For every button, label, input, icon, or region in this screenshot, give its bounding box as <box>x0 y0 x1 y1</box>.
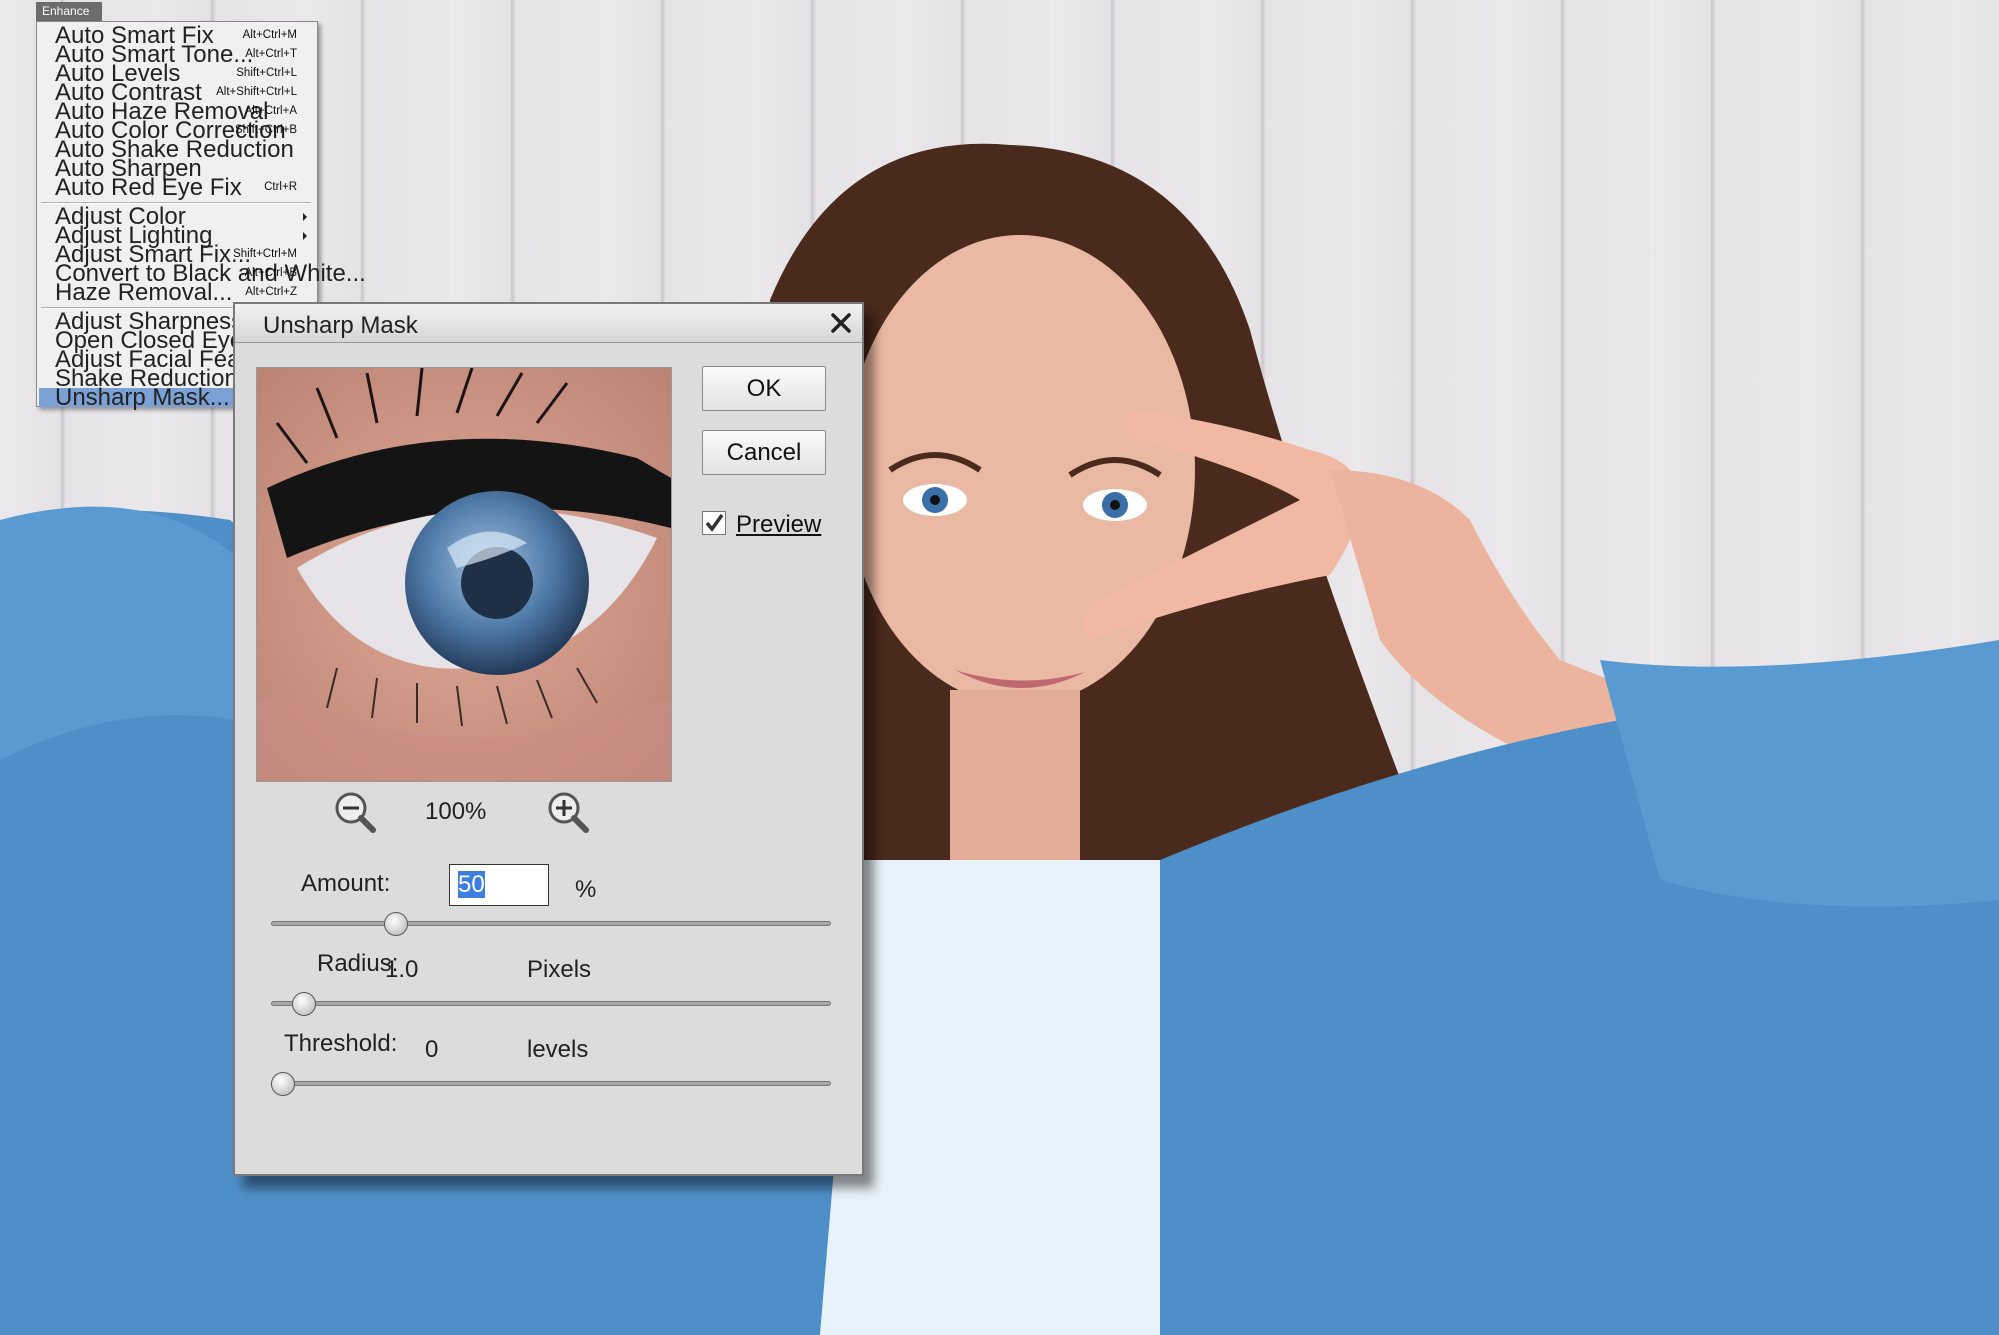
radius-slider[interactable] <box>271 992 831 1016</box>
ok-button[interactable]: OK <box>702 366 826 411</box>
menu-item-haze-removal[interactable]: Haze Removal... Alt+Ctrl+Z <box>39 279 315 306</box>
submenu-arrow-icon <box>303 232 307 240</box>
threshold-unit: levels <box>527 1036 589 1063</box>
cancel-button[interactable]: Cancel <box>702 430 826 475</box>
checkmark-icon <box>705 513 724 532</box>
dialog-title: Unsharp Mask <box>263 312 418 339</box>
zoom-in-icon[interactable] <box>546 790 590 834</box>
close-icon[interactable] <box>828 310 854 336</box>
threshold-value[interactable]: 0 <box>425 1036 438 1064</box>
menu-item-shortcut: Ctrl+R <box>264 181 297 193</box>
radius-value[interactable]: 1.0 <box>385 956 418 984</box>
submenu-arrow-icon <box>303 213 307 221</box>
radius-unit: Pixels <box>527 956 592 983</box>
radius-slider-track <box>271 1001 831 1006</box>
zoom-level: 100% <box>425 798 487 825</box>
amount-slider-thumb[interactable] <box>383 912 408 936</box>
preview-label: Preview <box>736 511 822 538</box>
threshold-slider[interactable] <box>271 1072 831 1096</box>
menu-item-label: Haze Removal... <box>55 279 233 306</box>
amount-slider[interactable] <box>271 912 831 936</box>
menu-item-label: Unsharp Mask... <box>55 384 230 411</box>
amount-unit: % <box>575 876 597 903</box>
amount-value: 50 <box>458 871 485 898</box>
menu-item-label: Auto Red Eye Fix <box>55 174 242 201</box>
menu-item-shortcut: Alt+Ctrl+Z <box>245 286 297 298</box>
menu-item-auto-red-eye-fix[interactable]: Auto Red Eye Fix Ctrl+R <box>39 174 315 201</box>
menu-item-shortcut: Alt+Ctrl+T <box>245 48 297 60</box>
checkbox[interactable] <box>702 511 726 535</box>
radius-slider-thumb[interactable] <box>292 992 317 1016</box>
menu-item-shortcut: Alt+Ctrl+B <box>244 267 297 279</box>
threshold-slider-track <box>271 1081 831 1086</box>
amount-slider-track <box>271 921 831 926</box>
menu-item-shortcut: Shift+Ctrl+L <box>236 67 297 79</box>
preview-image[interactable] <box>256 367 672 782</box>
threshold-label: Threshold: <box>284 1030 398 1057</box>
threshold-slider-thumb[interactable] <box>271 1072 295 1096</box>
dialog-titlebar[interactable]: Unsharp Mask <box>235 304 862 343</box>
unsharp-mask-dialog: Unsharp Mask OK Cancel Preview 100% Amou… <box>233 302 864 1176</box>
amount-label: Amount: <box>301 870 391 897</box>
zoom-out-icon[interactable] <box>333 790 377 834</box>
amount-input[interactable]: 50 <box>449 864 549 906</box>
menu-enhance[interactable]: Enhance <box>36 2 102 21</box>
